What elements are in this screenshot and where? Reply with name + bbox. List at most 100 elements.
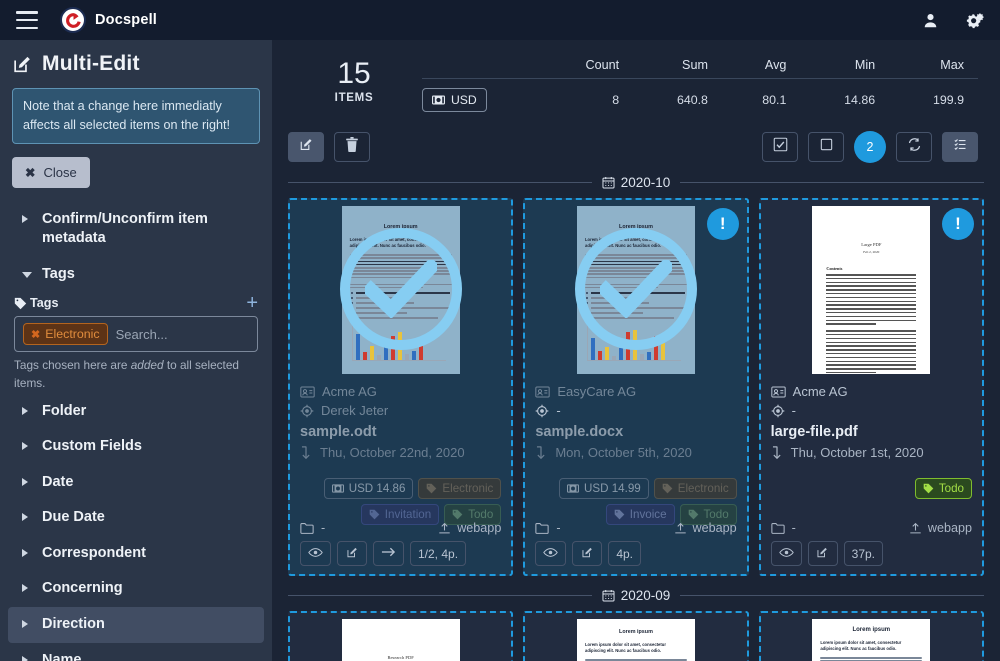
sidebar-item-direction[interactable]: Direction bbox=[8, 607, 264, 643]
sidebar-item-date[interactable]: Date bbox=[8, 465, 264, 501]
eye-icon bbox=[543, 547, 559, 561]
item-actions: 4p. bbox=[535, 541, 736, 566]
item-preview[interactable]: Lorem ipsum Lorem ipsum dolor sit amet, … bbox=[525, 613, 746, 661]
select-all-button[interactable] bbox=[762, 132, 798, 162]
tag-select-field[interactable]: ✖ Electronic ▼ bbox=[14, 316, 272, 353]
page-count-badge[interactable]: 37p. bbox=[843, 541, 884, 566]
delete-button[interactable] bbox=[334, 132, 370, 162]
date-separator: 2020-10 bbox=[288, 175, 985, 190]
upload-icon bbox=[674, 522, 687, 535]
stats-max-value: 199.9 bbox=[932, 93, 964, 107]
refresh-button[interactable] bbox=[896, 132, 932, 162]
item-name: large-file.pdf bbox=[770, 424, 858, 440]
unconfirmed-badge[interactable]: ! bbox=[941, 208, 974, 240]
hamburger-icon[interactable] bbox=[16, 11, 38, 29]
close-button[interactable]: ✖ Close bbox=[12, 156, 90, 188]
edit-button[interactable] bbox=[337, 541, 367, 566]
page-count-badge[interactable]: 4p. bbox=[608, 541, 642, 566]
tag-search-input[interactable] bbox=[115, 326, 272, 342]
checkbox-empty-icon bbox=[819, 137, 834, 157]
item-concerning-label: - bbox=[791, 403, 796, 418]
item-date: Mon, October 5th, 2020 bbox=[535, 445, 736, 460]
chevron-right-icon bbox=[22, 548, 32, 557]
plus-icon[interactable]: + bbox=[246, 293, 258, 313]
item-preview[interactable]: Lorem ipsum Lorem ipsum dolor sit amet, … bbox=[290, 200, 511, 378]
sidebar-item-folder[interactable]: Folder bbox=[8, 394, 264, 430]
chevron-down-icon bbox=[22, 271, 32, 282]
item-source: webapp bbox=[909, 521, 972, 535]
item-tag[interactable]: Electronic bbox=[653, 478, 737, 499]
item-card[interactable]: ! Large PDF Feb 2, 2020 Contents Acme AG… bbox=[758, 198, 984, 576]
item-concerning: - bbox=[771, 403, 972, 418]
app-root: Docspell Multi-Edit Note that a change h… bbox=[0, 0, 1000, 661]
select-none-button[interactable] bbox=[808, 132, 844, 162]
item-tag[interactable]: Electronic bbox=[418, 478, 502, 499]
next-button[interactable] bbox=[373, 541, 404, 566]
edit-button[interactable] bbox=[807, 541, 838, 566]
item-tag[interactable]: Todo bbox=[914, 478, 972, 499]
checkbox-checked-icon bbox=[773, 137, 788, 157]
selected-tag-chip[interactable]: ✖ Electronic bbox=[23, 323, 108, 346]
arrow-right-icon bbox=[381, 546, 396, 561]
item-card[interactable]: ! Lorem ipsum Lorem ipsum dolor sit amet… bbox=[523, 198, 749, 576]
item-preview[interactable]: Lorem ipsum Lorem ipsum dolor sit amet, … bbox=[761, 613, 982, 661]
folder-icon bbox=[300, 522, 314, 534]
chevron-right-icon bbox=[22, 214, 32, 223]
item-card[interactable]: Research PDF v2 bbox=[288, 611, 514, 661]
item-card[interactable]: Lorem ipsum Lorem ipsum dolor sit amet, … bbox=[288, 198, 514, 576]
selected-tag-label: Electronic bbox=[45, 327, 100, 342]
info-note: Note that a change here immediatly affec… bbox=[12, 88, 260, 144]
sidebar-item-confirm-metadata[interactable]: Confirm/Unconfirm item metadata bbox=[8, 202, 264, 257]
item-folder-label: - bbox=[791, 521, 796, 535]
selected-count-badge[interactable]: 2 bbox=[854, 131, 886, 163]
view-mode-button[interactable] bbox=[942, 132, 978, 162]
edit-button[interactable] bbox=[572, 541, 603, 566]
sidebar-item-custom-fields[interactable]: Custom Fields bbox=[8, 429, 264, 465]
sidebar-item-correspondent[interactable]: Correspondent bbox=[8, 536, 264, 572]
brand[interactable]: Docspell bbox=[60, 7, 157, 33]
item-footer-info: - webapp bbox=[535, 521, 737, 535]
item-correspondent: Acme AG bbox=[770, 384, 972, 399]
page-count-badge[interactable]: 1/2, 4p. bbox=[410, 541, 467, 566]
sidebar-item-due-date[interactable]: Due Date bbox=[8, 500, 264, 536]
tags-hint: Tags chosen here are added to all select… bbox=[14, 358, 239, 390]
chevron-right-icon bbox=[22, 477, 32, 486]
toolbar-left-group bbox=[288, 132, 370, 162]
sidebar-item-tags[interactable]: Tags bbox=[8, 257, 264, 293]
item-preview[interactable]: Research PDF v2 bbox=[290, 613, 511, 661]
sidebar-item-label: Confirm/Unconfirm item metadata bbox=[42, 210, 208, 247]
item-source-label: webapp bbox=[927, 521, 972, 535]
preview-button[interactable] bbox=[770, 541, 802, 566]
item-correspondent: EasyCare AG bbox=[535, 384, 736, 399]
upload-icon bbox=[438, 522, 451, 535]
folder-icon bbox=[535, 522, 549, 534]
item-correspondent-label: Acme AG bbox=[792, 384, 848, 399]
preview-button[interactable] bbox=[535, 541, 567, 566]
sidebar-item-concerning[interactable]: Concerning bbox=[8, 571, 264, 607]
item-concerning: Derek Jeter bbox=[300, 403, 501, 418]
item-source: webapp bbox=[674, 521, 737, 535]
user-icon[interactable] bbox=[922, 12, 939, 29]
sidebar-item-name[interactable]: Name bbox=[8, 643, 264, 661]
item-date: Thu, October 22nd, 2020 bbox=[300, 445, 501, 460]
unconfirmed-badge[interactable]: ! bbox=[706, 208, 739, 240]
tags-panel-header: Tags + bbox=[14, 293, 258, 313]
close-button-label: Close bbox=[43, 164, 77, 180]
chevron-right-icon bbox=[22, 513, 32, 522]
sidebar-title: Multi-Edit bbox=[0, 50, 272, 86]
arrow-down-icon bbox=[535, 445, 547, 460]
document-thumbnail: Lorem ipsum Lorem ipsum dolor sit amet, … bbox=[576, 619, 695, 661]
crosshair-icon bbox=[771, 404, 785, 418]
item-card[interactable]: Lorem ipsum Lorem ipsum dolor sit amet, … bbox=[758, 611, 984, 661]
x-icon[interactable]: ✖ bbox=[31, 328, 40, 341]
item-source-label: webapp bbox=[692, 521, 737, 535]
trash-icon bbox=[345, 137, 359, 157]
item-card[interactable]: Lorem ipsum Lorem ipsum dolor sit amet, … bbox=[523, 611, 749, 661]
date-separator: 2020-09 bbox=[288, 588, 985, 603]
multi-edit-button[interactable] bbox=[288, 132, 324, 162]
item-correspondent: Acme AG bbox=[300, 384, 501, 399]
calendar-icon bbox=[602, 176, 615, 189]
preview-button[interactable] bbox=[300, 541, 331, 566]
gears-icon[interactable] bbox=[965, 11, 984, 30]
item-count-value: 15 bbox=[337, 57, 371, 90]
